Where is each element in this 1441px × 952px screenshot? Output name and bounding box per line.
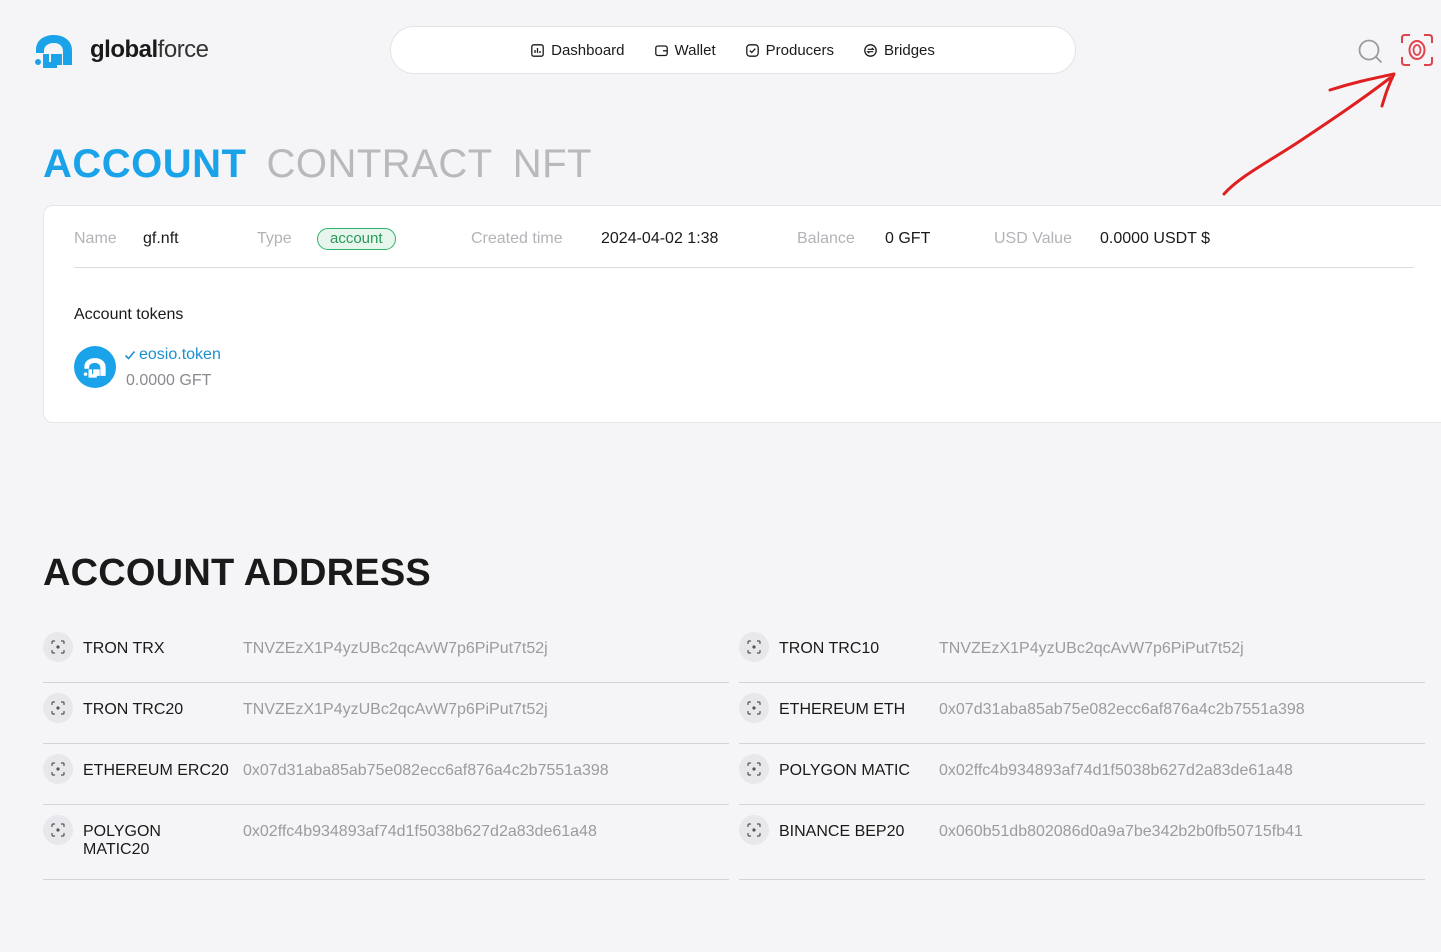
coin-icon [739,693,769,723]
globalforce-logo-icon [35,35,72,68]
tab-account[interactable]: ACCOUNT [43,142,246,187]
type-label: Type [257,230,292,247]
address-label: POLYGON MATIC [779,762,910,779]
address-value[interactable]: 0x07d31aba85ab75e082ecc6af876a4c2b7551a3… [243,762,609,780]
address-value[interactable]: 0x02ffc4b934893af74d1f5038b627d2a83de61a… [243,823,597,841]
balance-value: 0 GFT [885,230,931,247]
address-label: TRON TRC10 [779,640,880,657]
token-name: eosio.token [139,346,221,363]
address-row: TRON TRX TNVZEzX1P4yzUBc2qcAvW7p6PiPut7t… [43,622,729,683]
type-badge: account [317,228,396,250]
created-time-label: Created time [471,230,563,247]
account-info-row: Name gf.nft Type account Created time 20… [74,228,1414,268]
usd-value: 0.0000 USDT $ [1100,230,1210,247]
nav-producers[interactable]: Producers [745,41,835,59]
coin-icon [43,632,73,662]
address-label: ETHEREUM ETH [779,701,906,718]
globalforce-token-icon [83,358,106,378]
address-value[interactable]: TNVZEzX1P4yzUBc2qcAvW7p6PiPut7t52j [939,640,1244,658]
name-value: gf.nft [143,230,179,247]
address-label: TRON TRC20 [83,701,184,718]
tab-nft[interactable]: NFT [513,142,592,187]
token-amount: 0.0000 GFT [126,372,212,389]
coin-icon [739,632,769,662]
coin-icon [739,815,769,845]
search-icon[interactable] [1357,38,1383,64]
address-label: POLYGON MATIC20 [83,823,161,858]
created-time-value: 2024-04-02 1:38 [601,230,719,247]
address-value[interactable]: 0x060b51db802086d0a9a7be342b2b0fb50715fb… [939,823,1303,841]
address-list-left: TRON TRX TNVZEzX1P4yzUBc2qcAvW7p6PiPut7t… [43,622,729,880]
address-row: ETHEREUM ETH 0x07d31aba85ab75e082ecc6af8… [739,683,1425,744]
annotation-arrow-icon [1222,72,1396,196]
account-tokens-title: Account tokens [74,306,184,323]
address-value[interactable]: 0x07d31aba85ab75e082ecc6af876a4c2b7551a3… [939,701,1305,719]
usd-value-label: USD Value [994,230,1072,247]
address-row: TRON TRC10 TNVZEzX1P4yzUBc2qcAvW7p6PiPut… [739,622,1425,683]
address-value[interactable]: TNVZEzX1P4yzUBc2qcAvW7p6PiPut7t52j [243,640,548,658]
bridge-icon [864,43,877,57]
address-list-right: TRON TRC10 TNVZEzX1P4yzUBc2qcAvW7p6PiPut… [739,622,1425,880]
account-address-title: ACCOUNT ADDRESS [43,552,431,594]
address-row: POLYGON MATIC20 0x02ffc4b934893af74d1f50… [43,805,729,880]
dashboard-icon [531,43,544,57]
nav-bridges[interactable]: Bridges [864,42,935,59]
address-label: BINANCE BEP20 [779,823,905,840]
coin-icon [43,754,73,784]
address-label: TRON TRX [83,640,165,657]
token-link[interactable]: eosio.token [124,346,221,364]
coin-icon [739,754,769,784]
wallet-icon [654,44,668,56]
address-value[interactable]: 0x02ffc4b934893af74d1f5038b627d2a83de61a… [939,762,1293,780]
nav-wallet[interactable]: Wallet [654,41,716,59]
address-row: POLYGON MATIC 0x02ffc4b934893af74d1f5038… [739,744,1425,805]
address-label: ETHEREUM ERC20 [83,762,229,779]
nav-wallet-label: Wallet [674,41,716,59]
coin-icon [43,815,73,845]
address-row: TRON TRC20 TNVZEzX1P4yzUBc2qcAvW7p6PiPut… [43,683,729,744]
nav-bridges-label: Bridges [884,41,935,59]
balance-label: Balance [797,230,855,247]
brand-logo[interactable]: globalforce [32,32,209,68]
nav-dashboard-label: Dashboard [551,41,625,59]
check-badge-icon [745,43,759,57]
token-avatar [74,346,116,388]
address-value[interactable]: TNVZEzX1P4yzUBc2qcAvW7p6PiPut7t52j [243,701,548,719]
account-tabs: ACCOUNT CONTRACT NFT [43,142,592,187]
address-row: ETHEREUM ERC20 0x07d31aba85ab75e082ecc6a… [43,744,729,805]
main-nav: Dashboard Wallet Producers Bridges [390,26,1076,74]
brand-name: globalforce [90,36,209,63]
tab-contract[interactable]: CONTRACT [266,142,492,187]
account-card: Name gf.nft Type account Created time 20… [43,205,1441,423]
nav-producers-label: Producers [765,41,835,59]
verified-check-icon [124,350,136,360]
coin-icon [43,693,73,723]
address-row: BINANCE BEP20 0x060b51db802086d0a9a7be34… [739,805,1425,880]
scan-icon[interactable] [1400,33,1434,67]
nav-dashboard[interactable]: Dashboard [531,41,625,59]
name-label: Name [74,230,117,247]
